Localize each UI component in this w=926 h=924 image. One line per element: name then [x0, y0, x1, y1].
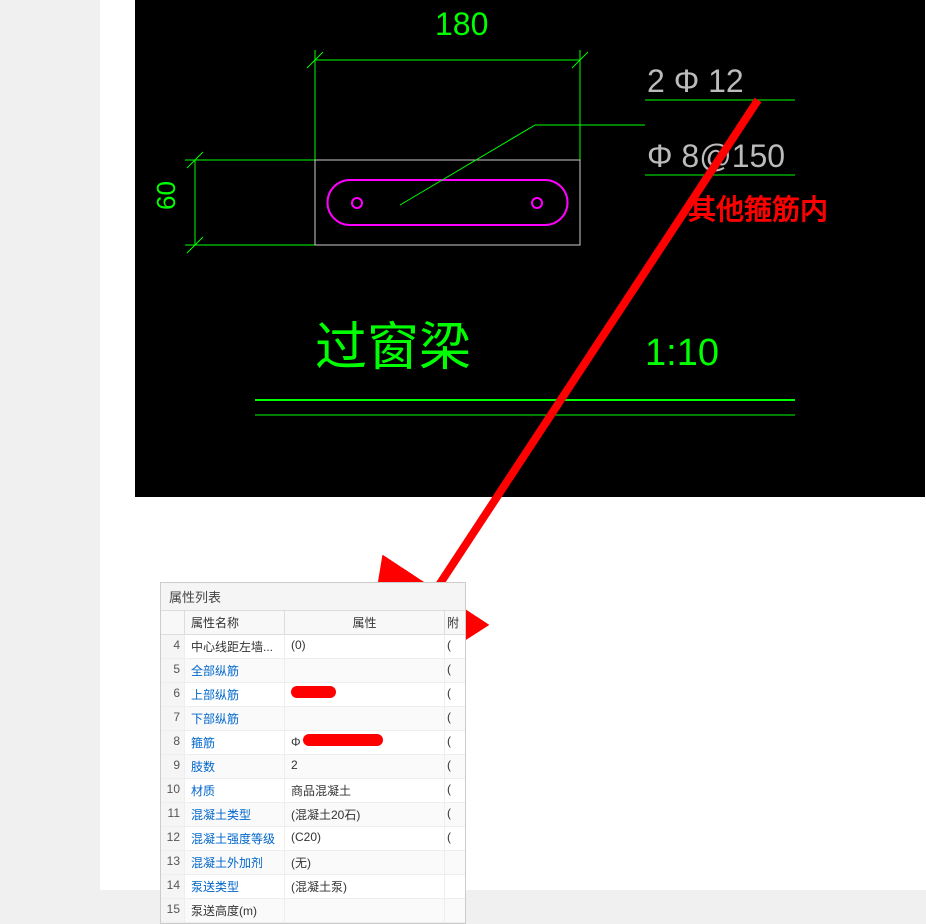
property-value[interactable]: (0): [285, 635, 445, 658]
property-value[interactable]: 2: [285, 755, 445, 778]
row-number: 4: [161, 635, 185, 658]
property-value[interactable]: Φ: [285, 731, 445, 754]
property-value[interactable]: (混凝土泵): [285, 875, 445, 898]
property-value[interactable]: (C20): [285, 827, 445, 850]
property-value[interactable]: [285, 659, 445, 682]
row-number: 7: [161, 707, 185, 730]
table-row[interactable]: 6上部纵筋 (: [161, 683, 465, 707]
col-value: 属性: [285, 611, 445, 634]
dim-height-label: 60: [151, 181, 181, 210]
table-title: 属性列表: [161, 583, 465, 611]
property-name[interactable]: 上部纵筋: [185, 683, 285, 706]
property-value[interactable]: [285, 683, 445, 706]
property-name[interactable]: 全部纵筋: [185, 659, 285, 682]
property-extra: (: [445, 803, 465, 826]
table-row[interactable]: 13混凝土外加剂(无): [161, 851, 465, 875]
cad-drawing: 180 60 2 Φ 12 Φ 8@150 过窗梁 1:10: [135, 0, 925, 497]
row-number: 14: [161, 875, 185, 898]
property-extra: (: [445, 659, 465, 682]
property-name[interactable]: 箍筋: [185, 731, 285, 754]
row-number: 8: [161, 731, 185, 754]
property-name[interactable]: 材质: [185, 779, 285, 802]
table-row[interactable]: 5全部纵筋 (: [161, 659, 465, 683]
drawing-scale: 1:10: [645, 332, 719, 374]
row-number: 5: [161, 659, 185, 682]
row-number: 13: [161, 851, 185, 874]
property-name[interactable]: 混凝土强度等级: [185, 827, 285, 850]
row-number: 12: [161, 827, 185, 850]
property-value[interactable]: [285, 707, 445, 730]
property-name[interactable]: 混凝土类型: [185, 803, 285, 826]
col-extra: 附: [445, 611, 465, 634]
drawing-title: 过窗梁: [315, 319, 471, 377]
property-name: 中心线距左墙...: [185, 635, 285, 658]
property-name[interactable]: 泵送类型: [185, 875, 285, 898]
property-name[interactable]: 混凝土外加剂: [185, 851, 285, 874]
property-extra: [445, 875, 465, 898]
row-number: 6: [161, 683, 185, 706]
table-row[interactable]: 7下部纵筋 (: [161, 707, 465, 731]
redacted-value: [291, 686, 336, 698]
property-name[interactable]: 下部纵筋: [185, 707, 285, 730]
table-header: 属性名称 属性 附: [161, 611, 465, 635]
table-row[interactable]: 8箍筋Φ(: [161, 731, 465, 755]
property-extra: (: [445, 683, 465, 706]
property-extra: (: [445, 731, 465, 754]
property-extra: (: [445, 827, 465, 850]
property-value[interactable]: 商品混凝土: [285, 779, 445, 802]
property-extra: [445, 851, 465, 874]
property-extra: (: [445, 779, 465, 802]
row-number: 11: [161, 803, 185, 826]
table-row[interactable]: 11混凝土类型(混凝土20石)(: [161, 803, 465, 827]
property-table: 属性列表 属性名称 属性 附 4中心线距左墙...(0)(5全部纵筋(6上部纵筋…: [160, 582, 466, 924]
property-extra: [445, 899, 465, 922]
table-row[interactable]: 9肢数2(: [161, 755, 465, 779]
property-extra: (: [445, 635, 465, 658]
table-row[interactable]: 12混凝土强度等级(C20)(: [161, 827, 465, 851]
row-number: 9: [161, 755, 185, 778]
property-extra: (: [445, 755, 465, 778]
rebar-stirrup-label: Φ 8@150: [647, 138, 785, 174]
table-row[interactable]: 4中心线距左墙...(0)(: [161, 635, 465, 659]
table-row[interactable]: 15泵送高度(m): [161, 899, 465, 923]
table-row[interactable]: 10材质商品混凝土(: [161, 779, 465, 803]
property-value[interactable]: [285, 899, 445, 922]
table-row[interactable]: 14泵送类型(混凝土泵): [161, 875, 465, 899]
property-value[interactable]: (混凝土20石): [285, 803, 445, 826]
row-number: 10: [161, 779, 185, 802]
dim-width-label: 180: [435, 6, 488, 42]
property-name: 泵送高度(m): [185, 899, 285, 922]
row-number: 15: [161, 899, 185, 922]
property-name[interactable]: 肢数: [185, 755, 285, 778]
annotation-text: 其他箍筋内: [688, 188, 828, 228]
col-name: 属性名称: [185, 611, 285, 634]
property-extra: (: [445, 707, 465, 730]
redacted-value: [303, 734, 383, 746]
rebar-main-label: 2 Φ 12: [647, 63, 744, 99]
property-value[interactable]: (无): [285, 851, 445, 874]
